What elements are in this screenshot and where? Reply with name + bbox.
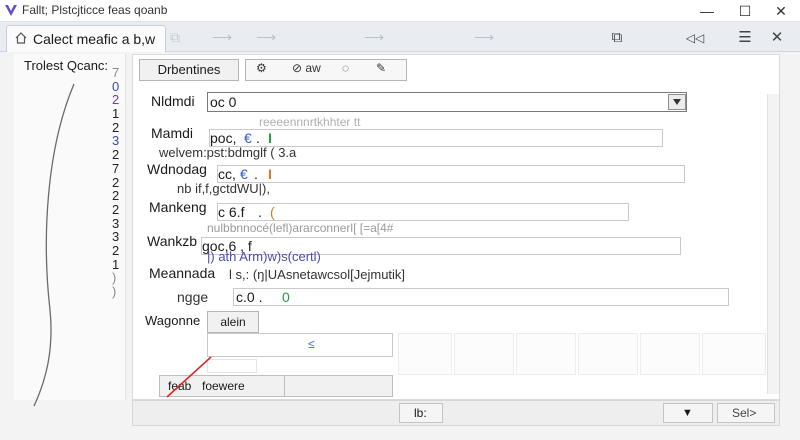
left-panel: Trolest Qcanc:: [14, 54, 126, 407]
line-gutter: 7 0 2 1 2 3 2 7 2 2 2 3 3 2 1 ) ): [112, 66, 126, 299]
edit-icon[interactable]: ✎: [376, 61, 386, 75]
gutter-number: 0: [112, 78, 120, 94]
row1-value: oc 0: [210, 94, 237, 110]
title-bar: Fallt; Plstcjticce feas qoanb — ☐ ✕: [0, 0, 800, 22]
row6-label: Meannada: [149, 265, 216, 281]
dropdown-arrow-icon: ▼: [682, 407, 693, 419]
pin-icon[interactable]: ⧉: [170, 29, 180, 46]
bracket-curve-icon: [33, 83, 75, 407]
center-button-label: lb:: [414, 406, 427, 420]
layout-icon[interactable]: ⧉: [600, 27, 634, 49]
row6-text: l s,: (ŋ|UAsnetawcsol[Jejmutik]: [229, 267, 406, 282]
vertical-scrollbar[interactable]: [767, 94, 779, 394]
drbentines-button[interactable]: Drbentines: [139, 59, 239, 81]
row1-label: Nldmdi: [151, 93, 195, 109]
gutter-number: 3: [112, 215, 120, 231]
row3-marker: €: [240, 166, 248, 182]
center-button[interactable]: lb:: [399, 403, 443, 423]
gutter-number: 1: [112, 256, 120, 272]
gutter-number: 3: [112, 133, 120, 149]
footer-divider: [284, 376, 285, 396]
row4-sub: nulbbnnocé(lefl)ararconnerl[ [=a[4#: [207, 221, 394, 235]
aw-tool[interactable]: ⊘ aw: [292, 61, 321, 75]
row7-field[interactable]: c.0 . 0: [233, 288, 729, 306]
gutter-number: 7: [112, 160, 120, 176]
row7-value: c.0 .: [236, 289, 263, 305]
gutter-number: 2: [112, 92, 120, 108]
bottom-bar: lb: ▼ Sel>: [132, 400, 780, 426]
gutter-number: 2: [112, 188, 120, 204]
left-panel-title: Trolest Qcanc:: [24, 58, 109, 73]
gutter-number: 2: [112, 119, 120, 135]
row3-cursor: I: [268, 166, 272, 182]
row2-sub: welvem:pst:bdmglf ( 3.a: [159, 145, 297, 160]
row1-hint: reeeennnrtkhhter tt: [259, 115, 361, 129]
app-logo-icon: [5, 5, 17, 16]
row5-sub: |) ath Arm)w)s(certl): [207, 249, 321, 264]
alein-button[interactable]: alein: [207, 311, 259, 333]
row1-select[interactable]: oc 0: [207, 92, 687, 112]
row4-dot: .: [258, 204, 262, 220]
next-button-label: Sel>: [732, 406, 757, 420]
row7-marker: 0: [282, 289, 290, 305]
grid-cell: [702, 333, 766, 375]
small-field[interactable]: ≤: [207, 333, 393, 357]
row7-prefix: ngge: [177, 289, 209, 305]
row4-marker: (: [270, 204, 275, 220]
collapse-icon[interactable]: ◁◁: [678, 27, 712, 49]
home-icon: [15, 32, 27, 44]
dropdown-caret-icon[interactable]: [668, 94, 686, 110]
circle-icon[interactable]: ◌: [342, 61, 349, 75]
grid-cell: [578, 333, 638, 375]
close-panel-icon[interactable]: ✕: [760, 27, 794, 49]
row2-marker: €: [244, 130, 252, 146]
gutter-number: 2: [112, 147, 120, 163]
row2-value: poc,: [210, 130, 237, 146]
gutter-number: 7: [112, 65, 120, 80]
mini-field[interactable]: [207, 359, 257, 373]
row4-label: Mankeng: [149, 199, 207, 215]
row4-value: c 6.f: [218, 204, 245, 220]
row2-cursor: I: [268, 130, 272, 146]
tab-active[interactable]: Calect meafic a b,w: [6, 25, 166, 52]
grid-cell: [640, 333, 700, 375]
row3-label: Wdnodag: [147, 161, 207, 177]
row4-field[interactable]: c 6.f . (: [217, 203, 629, 221]
row2-label: Mamdi: [151, 125, 194, 141]
row3-dot: .: [254, 166, 258, 182]
grid-cell: [454, 333, 514, 375]
menu-icon[interactable]: ☰: [728, 27, 762, 49]
arrow-right-icon: ⟶: [364, 29, 385, 45]
arrow-right-icon: ⟶: [212, 29, 233, 45]
settings-icon[interactable]: ⚙: [256, 61, 267, 75]
close-window-button[interactable]: ✕: [758, 0, 800, 22]
next-button[interactable]: Sel>: [717, 403, 775, 423]
gutter-number: 3: [112, 229, 120, 245]
wagonne-label: Wagonne: [145, 313, 201, 328]
grid-cell: [516, 333, 576, 375]
row3-field[interactable]: cc, € . I: [217, 165, 685, 183]
gutter-number: ): [112, 270, 117, 286]
red-annotation-line: [166, 356, 212, 398]
gutter-number: 2: [112, 201, 120, 217]
arrow-right-icon: ⟶: [256, 29, 277, 45]
row3-value: cc,: [218, 166, 236, 182]
row3-sub: nb if,f,gctdWU|),: [177, 181, 270, 196]
gutter-number: 2: [112, 174, 120, 190]
small-glyph: ≤: [308, 337, 315, 351]
dropdown-button[interactable]: ▼: [663, 403, 713, 423]
row5-label: Wankzb: [147, 233, 198, 249]
gutter-number: ): [112, 284, 117, 299]
toolbar-group: ⚙ ⊘ aw ◌ ✎: [245, 59, 407, 81]
row2-dot: .: [256, 130, 260, 146]
gutter-number: 2: [112, 242, 120, 258]
grid-cell: [398, 333, 452, 375]
window-title: Fallt; Plstcjticce feas qoanb: [22, 3, 168, 17]
tab-label: Calect meafic a b,w: [33, 31, 156, 47]
arrow-right-icon: ⟶: [474, 29, 495, 45]
gutter-number: 1: [112, 106, 120, 122]
